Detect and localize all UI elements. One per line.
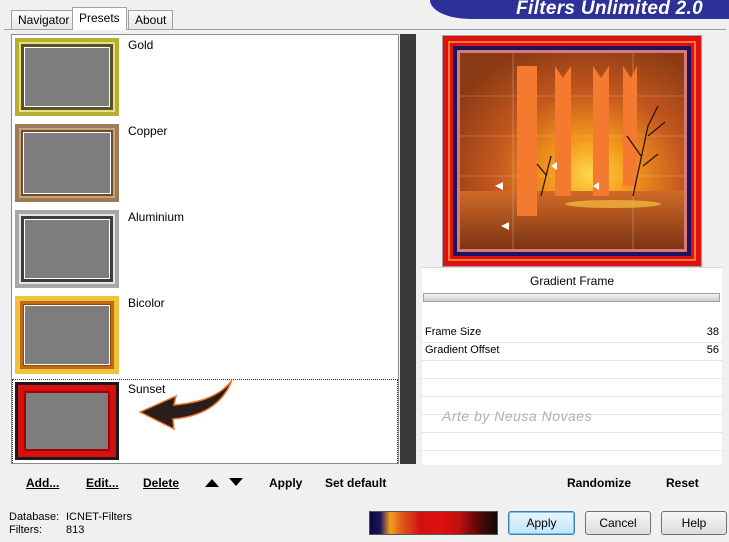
filters-count: 813: [66, 524, 85, 536]
title-banner: Filters Unlimited 2.0: [430, 0, 729, 19]
move-down-icon[interactable]: [229, 478, 243, 487]
preset-thumbnail: [15, 382, 119, 460]
param-row-empty: [422, 378, 722, 397]
tab-presets[interactable]: Presets: [72, 7, 127, 30]
param-value: 56: [706, 344, 719, 356]
curved-arrow-icon: [138, 379, 233, 431]
preset-thumbnail: [15, 210, 119, 288]
param-row-empty: [422, 432, 722, 451]
preset-label: Copper: [128, 124, 168, 138]
param-value: 38: [706, 326, 719, 338]
list-scrollbar[interactable]: [400, 34, 416, 464]
filters-label: Filters:: [9, 524, 42, 536]
preset-label: Bicolor: [128, 296, 165, 310]
filter-settings-panel: Gradient Frame Frame Size 38 Gradient Of…: [422, 267, 722, 465]
preset-thumbnail: [15, 124, 119, 202]
set-default-button[interactable]: Set default: [325, 476, 386, 490]
param-label: Frame Size: [425, 326, 482, 338]
preset-item-sunset[interactable]: Sunset: [12, 379, 398, 463]
app-title: Filters Unlimited 2.0: [516, 0, 703, 19]
param-gradient-offset[interactable]: Gradient Offset 56: [422, 342, 722, 361]
help-button[interactable]: Help: [661, 511, 727, 535]
tab-navigator[interactable]: Navigator: [11, 10, 77, 29]
database-label: Database:: [9, 511, 60, 523]
toolbar-apply-button[interactable]: Apply: [269, 476, 302, 490]
cancel-button[interactable]: Cancel: [585, 511, 651, 535]
reset-button[interactable]: Reset: [666, 476, 699, 490]
filter-slider[interactable]: [423, 293, 720, 302]
preset-item-copper[interactable]: Copper: [12, 121, 398, 207]
param-frame-size[interactable]: Frame Size 38: [422, 324, 722, 343]
apply-button[interactable]: Apply: [508, 511, 575, 535]
preview-panel: [442, 35, 702, 267]
database-value: ICNET-Filters: [66, 511, 132, 523]
edit-button[interactable]: Edit...: [86, 476, 119, 490]
randomize-button[interactable]: Randomize: [567, 476, 631, 490]
tab-about[interactable]: About: [128, 10, 174, 29]
preset-item-bicolor[interactable]: Bicolor: [12, 293, 398, 379]
preset-item-gold[interactable]: Gold: [12, 35, 398, 121]
delete-button[interactable]: Delete: [143, 476, 179, 490]
preset-label: Gold: [128, 38, 154, 52]
gradient-preview: [369, 511, 498, 535]
filter-name: Gradient Frame: [529, 274, 615, 288]
preset-thumbnail: [15, 296, 119, 374]
preview-image: [443, 36, 701, 266]
preset-thumbnail: [15, 38, 119, 116]
param-label: Gradient Offset: [425, 344, 500, 356]
preset-label: Aluminium: [128, 210, 185, 224]
param-row-empty: [422, 360, 722, 379]
presets-list[interactable]: Gold Copper Aluminium Bicolor Sunset: [11, 34, 399, 464]
preset-item-aluminium[interactable]: Aluminium: [12, 207, 398, 293]
watermark: Arte by Neusa Novaes: [442, 408, 593, 424]
move-up-icon[interactable]: [205, 478, 219, 487]
add-button[interactable]: Add...: [26, 476, 59, 490]
